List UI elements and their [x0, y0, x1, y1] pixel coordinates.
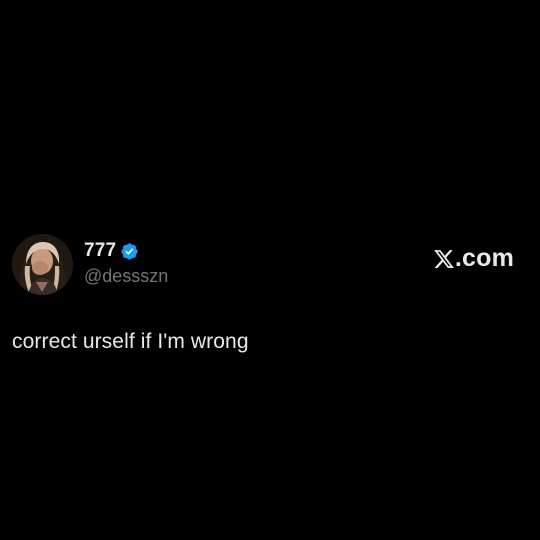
x-logo-icon	[433, 248, 455, 270]
tweet-body-text: correct urself if I'm wrong	[12, 330, 249, 353]
verified-badge-icon	[120, 242, 139, 261]
avatar[interactable]	[12, 234, 73, 295]
author-handle[interactable]: @dessszn	[84, 266, 168, 287]
display-name[interactable]: 777	[84, 240, 116, 262]
brand-watermark: .com	[433, 246, 514, 271]
name-row: 777	[84, 240, 168, 262]
tweet-card: 777 @dessszn .com correct urself if I'm …	[0, 0, 540, 540]
avatar-photo-icon	[12, 234, 73, 295]
author-info: 777 @dessszn	[84, 240, 168, 287]
tweet-header: 777 @dessszn .com	[12, 234, 528, 296]
brand-domain-text: .com	[454, 244, 514, 272]
